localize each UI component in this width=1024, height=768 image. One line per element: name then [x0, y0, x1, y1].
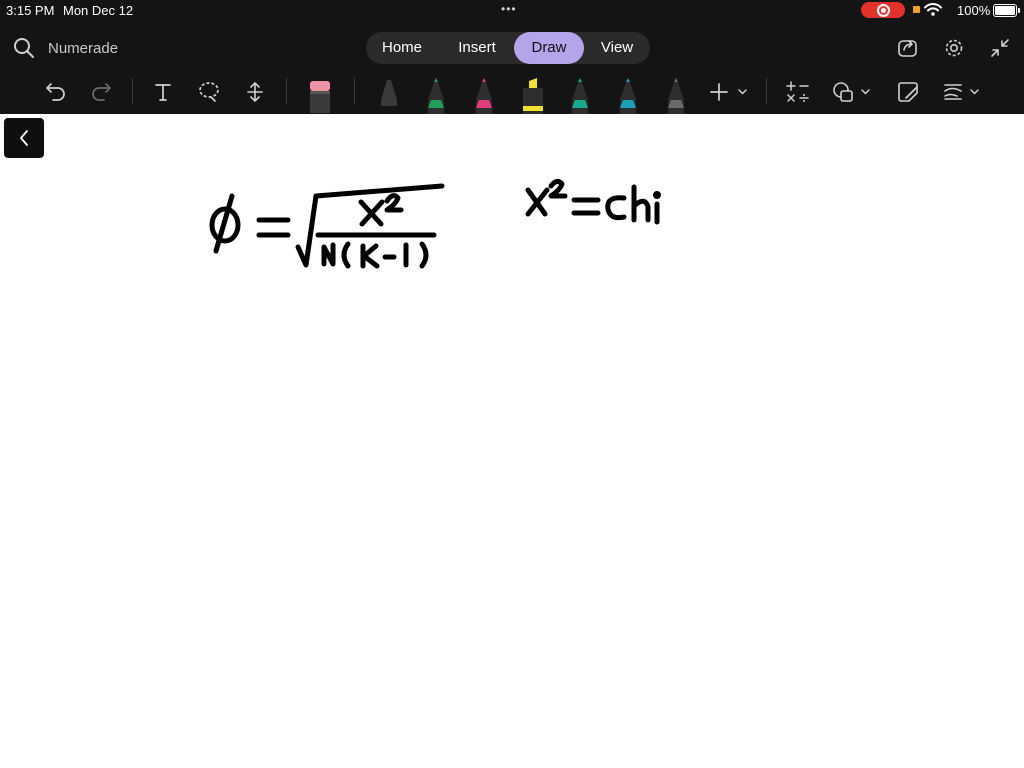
handwritten-equations [209, 178, 661, 269]
chi-definition [525, 178, 661, 225]
phi-formula [209, 183, 445, 269]
